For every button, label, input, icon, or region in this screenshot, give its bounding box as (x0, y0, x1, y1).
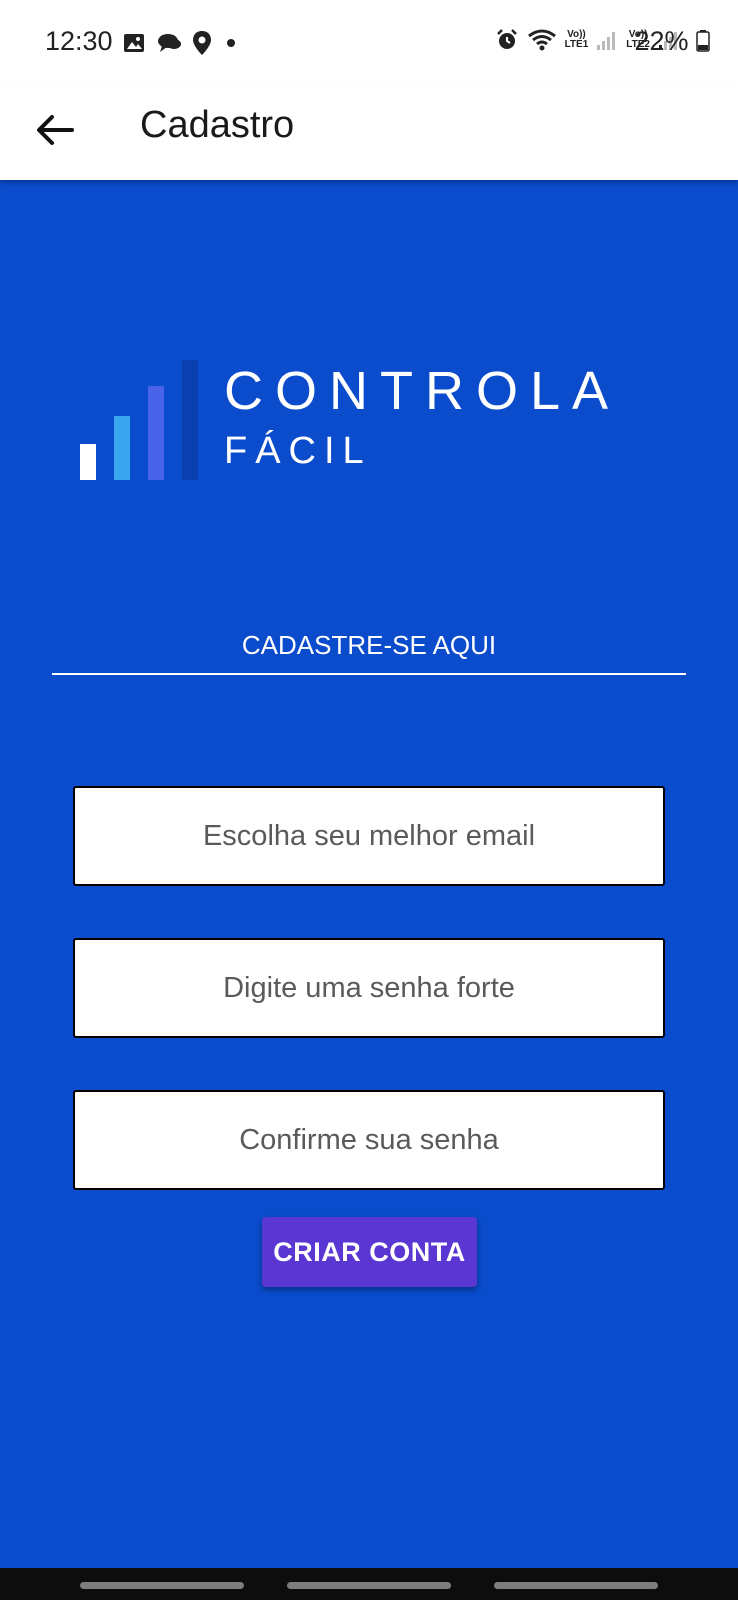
logo-bar-1 (80, 444, 96, 480)
logo-bar-2 (114, 416, 130, 480)
page-title: Cadastro (140, 104, 295, 146)
nav-back-handle[interactable] (494, 1582, 658, 1589)
email-input[interactable] (73, 786, 665, 886)
notification-icons (122, 30, 240, 56)
dot-icon (227, 39, 235, 47)
lte-1-label: LTE1 (564, 39, 589, 50)
alarm-icon (496, 29, 517, 49)
confirm-password-input[interactable] (73, 1090, 665, 1190)
location-icon (193, 31, 211, 55)
volte-1-indicator: Vo)) LTE1 (565, 30, 589, 50)
chat-icon (158, 34, 181, 52)
status-time: 12:30 (45, 26, 113, 56)
controla-facil-logo: CONTROLA FÁCIL (78, 360, 678, 490)
status-bar: 12:30 Vo)) LTE1 Vo)) LTE2 22% (0, 0, 738, 88)
signal-icon (597, 32, 616, 50)
logo-bar-3 (148, 386, 164, 480)
register-heading: CADASTRE-SE AQUI (52, 630, 686, 675)
app-bar: Cadastro (0, 88, 738, 180)
nav-recents-handle[interactable] (80, 1582, 244, 1589)
logo-text-controla: CONTROLA (224, 361, 621, 421)
nav-home-handle[interactable] (287, 1582, 451, 1589)
logo-text-facil: FÁCIL (224, 430, 372, 472)
create-account-button[interactable]: CRIAR CONTA (262, 1217, 477, 1287)
image-icon (124, 34, 144, 52)
arrow-left-icon[interactable] (32, 106, 80, 154)
wifi-icon (527, 29, 556, 51)
password-input[interactable] (73, 938, 665, 1038)
logo-bar-4 (182, 360, 198, 480)
battery-percent-text: 22% (634, 26, 689, 56)
battery-percent: 22% (634, 26, 710, 57)
battery-icon (696, 30, 710, 52)
